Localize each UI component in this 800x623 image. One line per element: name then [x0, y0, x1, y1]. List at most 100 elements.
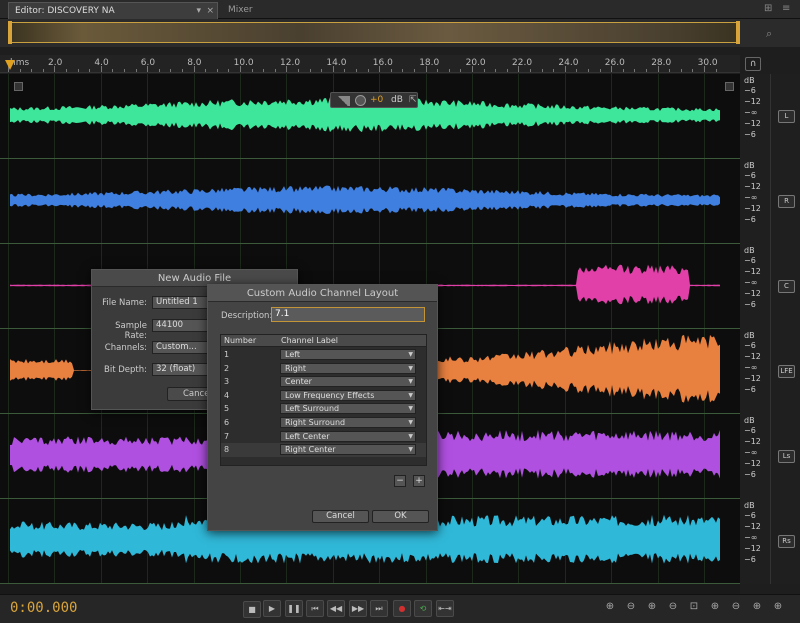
- table-row[interactable]: 8 Right Center ▼: [221, 443, 426, 457]
- zoom-out-time-icon[interactable]: ⊖: [666, 601, 680, 616]
- table-row[interactable]: 3 Center ▼: [221, 375, 426, 389]
- remove-channel-button[interactable]: −: [394, 475, 406, 487]
- channel-label-value: Right Center: [285, 445, 336, 455]
- channel-label-select[interactable]: Right Center ▼: [280, 444, 416, 456]
- db-tick-label: −12: [744, 522, 761, 531]
- rewind-button[interactable]: ◀◀: [327, 600, 345, 617]
- ruler-tick-mark: [89, 69, 91, 72]
- db-tick-label: −6: [744, 511, 756, 520]
- zoom-out-point-icon[interactable]: ⊖: [729, 601, 743, 616]
- go-to-start-button[interactable]: ⏮: [306, 600, 324, 617]
- db-tick-label: −6: [744, 256, 756, 265]
- table-header: Number Channel Label: [221, 335, 426, 347]
- chevron-down-icon[interactable]: ▾: [196, 3, 201, 20]
- expand-icon[interactable]: ⊞: [764, 3, 772, 14]
- cancel-button[interactable]: Cancel: [312, 510, 369, 523]
- corner-zoom-icon[interactable]: [14, 82, 23, 91]
- channel-waveform-r[interactable]: [0, 159, 740, 244]
- record-button[interactable]: ●: [393, 600, 411, 617]
- ruler-tick-mark: [42, 69, 44, 72]
- channel-number: 6: [224, 418, 230, 427]
- ruler-tick-mark: [704, 66, 705, 72]
- channel-label-select[interactable]: Left Surround ▼: [280, 403, 416, 415]
- ruler-tick-mark: [216, 69, 218, 72]
- zoom-out-amplitude-icon[interactable]: ⊖: [624, 601, 638, 616]
- db-tick-label: −6: [744, 385, 756, 394]
- table-row[interactable]: 4 Low Frequency Effects ▼: [221, 389, 426, 403]
- ruler-tick-mark: [298, 69, 299, 72]
- channel-toggle-l[interactable]: L: [778, 110, 795, 123]
- add-channel-button[interactable]: +: [413, 475, 425, 487]
- db-tick-label: −6: [744, 300, 756, 309]
- channel-label-select[interactable]: Left ▼: [280, 349, 416, 360]
- chevron-down-icon: ▼: [408, 419, 413, 426]
- chevron-down-icon: ▼: [408, 351, 413, 358]
- zoom-in-time-icon[interactable]: ⊕: [645, 601, 659, 616]
- ruler-tick-mark: [170, 69, 172, 72]
- pause-button[interactable]: ❚❚: [285, 600, 303, 617]
- db-tick-label: −12: [744, 374, 761, 383]
- channel-label-select[interactable]: Right ▼: [280, 362, 416, 374]
- description-field[interactable]: 7.1: [271, 307, 425, 322]
- waveform-path: [10, 185, 720, 214]
- zoom-channel-icon[interactable]: ⊕: [771, 601, 785, 616]
- volume-hud[interactable]: +0 dB ⇱: [330, 92, 418, 108]
- ruler-tick-mark: [344, 69, 346, 72]
- ruler-tick-label: 16.0: [372, 58, 393, 68]
- channel-label-select[interactable]: Low Frequency Effects ▼: [280, 389, 416, 401]
- stop-button[interactable]: ■: [243, 601, 261, 618]
- channel-toggle-rs[interactable]: Rs: [778, 535, 795, 548]
- channel-toggle-c[interactable]: C: [778, 280, 795, 293]
- channel-label-select[interactable]: Left Center ▼: [280, 430, 416, 442]
- db-tick-label: −12: [744, 544, 761, 553]
- tab-mixer[interactable]: Mixer: [222, 2, 259, 19]
- db-tick-label: −∞: [744, 533, 758, 542]
- ruler-tick-mark: [622, 69, 624, 72]
- overview-left-handle[interactable]: [8, 21, 12, 44]
- close-icon[interactable]: ×: [206, 3, 214, 20]
- channel-label-select[interactable]: Center ▼: [280, 376, 416, 388]
- ok-button[interactable]: OK: [372, 510, 429, 523]
- zoom-icon[interactable]: ⌕: [766, 27, 772, 41]
- channel-toggle-lfe[interactable]: LFE: [778, 365, 795, 378]
- panel-menu-icon[interactable]: ≡: [782, 3, 790, 14]
- loop-button[interactable]: ⟲: [414, 600, 432, 617]
- table-row[interactable]: 7 Left Center ▼: [221, 430, 426, 444]
- channel-waveform-l[interactable]: [0, 74, 740, 159]
- zoom-out-full-icon[interactable]: ⊡: [687, 601, 701, 616]
- table-row[interactable]: 1 Left ▼: [221, 348, 426, 362]
- channel-label-select[interactable]: Right Surround ▼: [280, 417, 416, 428]
- table-row[interactable]: 6 Right Surround ▼: [221, 416, 426, 430]
- sample-rate-label: Sample Rate:: [115, 321, 147, 341]
- table-row[interactable]: 5 Left Surround ▼: [221, 402, 426, 416]
- channel-toggle-r[interactable]: R: [778, 195, 795, 208]
- play-button[interactable]: ▶: [263, 600, 281, 617]
- ruler-tick-mark: [669, 69, 671, 72]
- go-to-end-button[interactable]: ⏭: [370, 600, 388, 617]
- pin-icon[interactable]: ⇱: [409, 95, 417, 105]
- horizontal-scrollbar[interactable]: [0, 584, 740, 594]
- ruler-tick-mark: [147, 66, 149, 72]
- waveform-graphic: [10, 97, 720, 133]
- playhead-marker[interactable]: [5, 60, 15, 70]
- channel-toggle-ls[interactable]: Ls: [778, 450, 795, 463]
- zoom-in-amplitude-icon[interactable]: ⊕: [603, 601, 617, 616]
- description-label: Description:: [221, 311, 273, 321]
- ruler-tick-mark: [657, 66, 659, 72]
- volume-knob[interactable]: [355, 95, 366, 106]
- ruler-tick-mark: [158, 69, 160, 72]
- headphones-icon[interactable]: ∩: [745, 57, 761, 71]
- fast-forward-button[interactable]: ▶▶: [349, 600, 367, 617]
- time-ruler[interactable]: hms 2.0 4.0 6.0 8.0 10.0 12.0 14.0 16.0 18.0 20.0…: [0, 55, 740, 73]
- overview-right-handle[interactable]: [736, 21, 740, 44]
- overview-navigator[interactable]: ⌕: [0, 19, 800, 47]
- zoom-selection-icon[interactable]: ⊕: [750, 601, 764, 616]
- corner-zoom-icon[interactable]: [725, 82, 734, 91]
- overview-waveform[interactable]: [8, 22, 740, 43]
- db-tick-label: −6: [744, 130, 756, 139]
- zoom-in-point-icon[interactable]: ⊕: [708, 601, 722, 616]
- tab-editor[interactable]: Editor: DISCOVERY NA PROMO_mixdown.ec3 ▾…: [8, 2, 218, 33]
- db-tick-label: −6: [744, 426, 756, 435]
- skip-button[interactable]: ⇤⇥: [436, 600, 454, 617]
- table-row[interactable]: 2 Right ▼: [221, 362, 426, 376]
